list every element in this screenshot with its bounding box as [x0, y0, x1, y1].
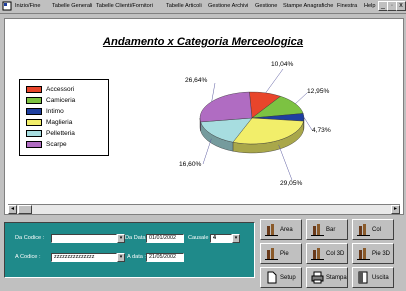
causale-select[interactable]: 4 — [210, 234, 232, 243]
causale-dropdown-icon[interactable]: ▾ — [232, 234, 240, 243]
pie-leader-line — [295, 92, 308, 104]
uscita-button[interactable]: Uscita — [352, 267, 394, 288]
bar-button-label: Bar — [326, 227, 336, 233]
scroll-right-icon[interactable]: ▸ — [391, 205, 400, 214]
exit-door-icon — [358, 271, 368, 284]
a-data-label: A data : — [127, 254, 146, 260]
causale-label: Causale : — [188, 235, 212, 241]
setup-button-label: Setup — [280, 275, 296, 281]
da-codice-input[interactable] — [51, 234, 117, 243]
col3d-button[interactable]: Col 3D — [306, 243, 348, 264]
col-button[interactable]: Col — [352, 219, 394, 240]
da-codice-label: Da Codice : — [15, 235, 45, 241]
a-codice-dropdown-icon[interactable]: ▾ — [117, 253, 125, 262]
printer-icon — [311, 271, 324, 284]
pie-button-label: Pie — [280, 251, 289, 257]
setup-button[interactable]: Setup — [260, 267, 302, 288]
scroll-thumb[interactable] — [18, 205, 32, 214]
pie-leader-line — [211, 82, 216, 102]
pie-label-intimo: 4,73% — [312, 127, 331, 134]
area-button-label: Area — [280, 227, 293, 233]
da-codice-dropdown-icon[interactable]: ▾ — [117, 234, 125, 243]
bar-chart-icon — [311, 224, 324, 236]
pie-button[interactable]: Pie — [260, 243, 302, 264]
scroll-left-icon[interactable]: ◂ — [8, 205, 17, 214]
pie-label-scarpe: 26,64% — [185, 77, 208, 84]
pie3d-button[interactable]: Pie 3D — [352, 243, 394, 264]
pie-label-camiceria: 12,95% — [307, 88, 330, 95]
pie-label-maglieria: 29,05% — [280, 180, 303, 187]
a-codice-input[interactable]: zzzzzzzzzzzzzzz — [51, 253, 117, 262]
column-chart-icon — [357, 224, 370, 236]
pie-chart-icon — [265, 248, 278, 260]
area-chart-icon — [265, 224, 278, 236]
filter-panel: Da Codice : ▾ A Codice : zzzzzzzzzzzzzzz… — [4, 222, 255, 278]
bar-button[interactable]: Bar — [306, 219, 348, 240]
document-icon — [267, 271, 277, 284]
horizontal-scrollbar[interactable]: ◂ ▸ — [8, 204, 400, 214]
pie-leader-line — [303, 117, 313, 131]
pie3d-button-label: Pie 3D — [372, 251, 391, 257]
area-button[interactable]: Area — [260, 219, 302, 240]
a-codice-label: A Codice : — [15, 254, 41, 260]
pie-leader-line — [278, 144, 293, 181]
pie-leader-line — [265, 68, 284, 94]
pie-3d-chart-icon — [357, 248, 370, 260]
uscita-button-label: Uscita — [372, 275, 389, 281]
col3d-button-label: Col 3D — [326, 251, 345, 257]
pie-label-accessori: 10,04% — [271, 61, 294, 68]
a-data-input[interactable]: 21/05/2002 — [146, 253, 184, 262]
pie-label-pelletteria: 16,60% — [179, 161, 202, 168]
stampa-button[interactable]: Stampa — [306, 267, 348, 288]
da-data-input[interactable]: 01/01/2002 — [146, 234, 184, 243]
column-3d-chart-icon — [311, 248, 324, 260]
pie-leader-line — [202, 138, 212, 165]
stampa-button-label: Stampa — [326, 275, 347, 281]
col-button-label: Col — [372, 227, 382, 233]
pie-slice-scarpe — [199, 91, 253, 123]
